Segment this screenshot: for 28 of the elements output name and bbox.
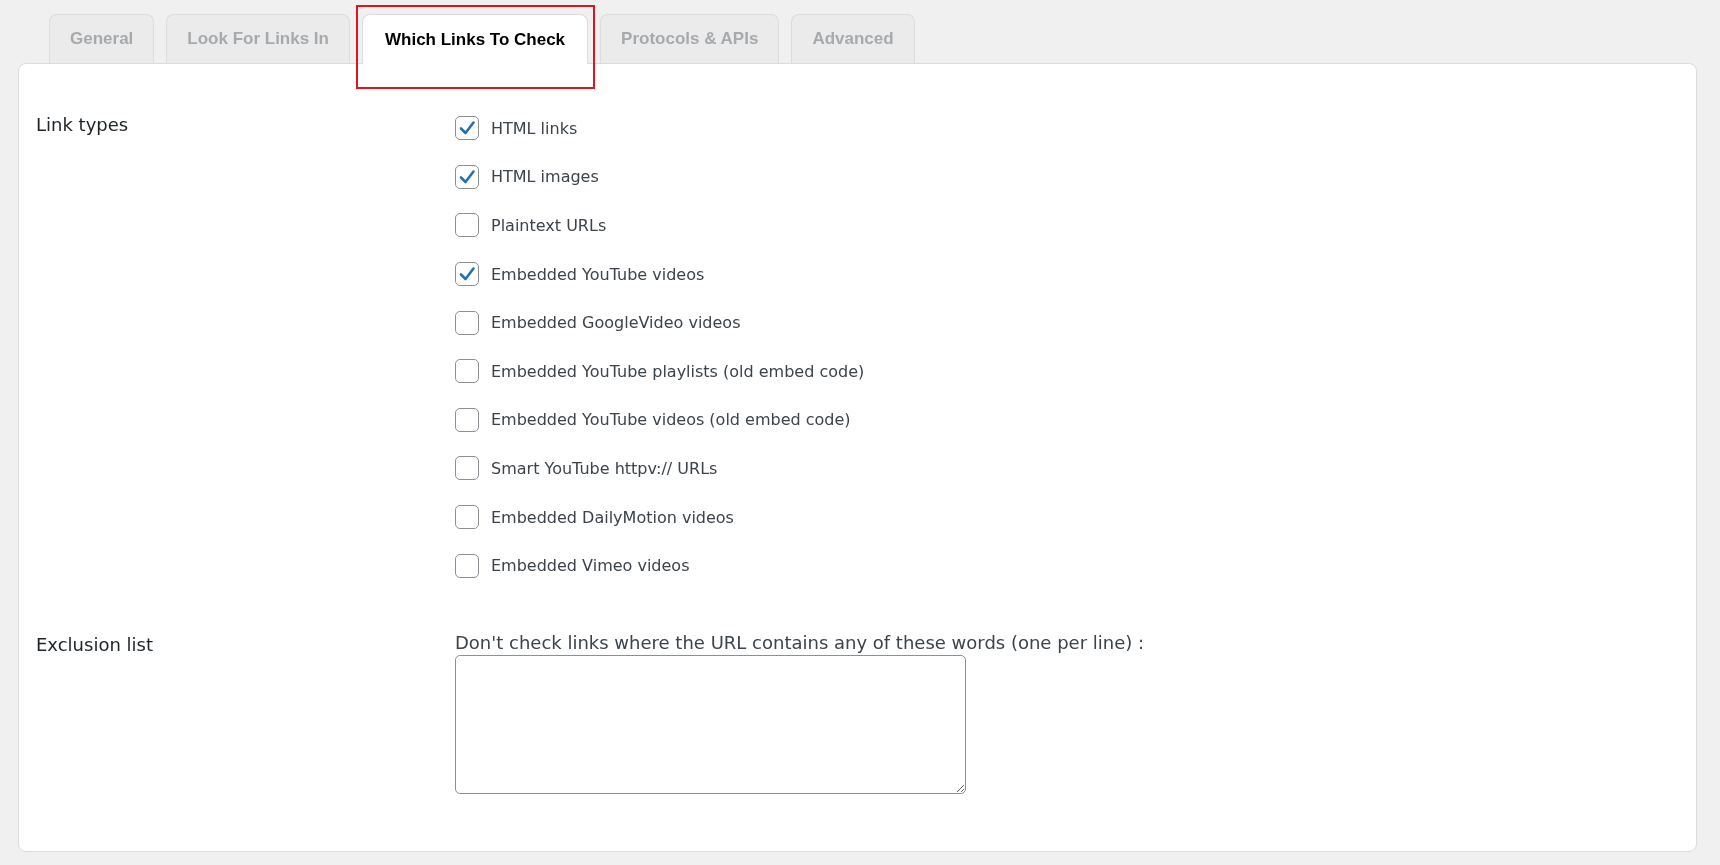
tab[interactable]: Advanced <box>791 14 915 63</box>
checkbox[interactable] <box>455 553 479 578</box>
checkbox-label: Embedded YouTube videos <box>491 264 705 284</box>
checkbox[interactable] <box>455 456 479 481</box>
field-description: Don't check links where the URL contains any of these words (one per line) : <box>455 630 1145 653</box>
checkbox-label: Embedded GoogleVideo videos <box>491 313 741 333</box>
checkbox-label: Embedded YouTube videos (old embed code) <box>491 410 851 430</box>
checkbox[interactable] <box>455 164 479 189</box>
checkbox-label: HTML links <box>491 118 578 138</box>
checkbox[interactable] <box>455 262 479 287</box>
checkbox-label: Embedded Vimeo videos <box>491 556 690 576</box>
checkbox-label: Embedded DailyMotion videos <box>491 507 734 527</box>
checkbox-label: Embedded YouTube playlists (old embed code) <box>491 361 865 381</box>
checkbox-label: HTML images <box>491 167 599 187</box>
checkbox[interactable] <box>455 505 479 530</box>
section-label: Link types <box>36 113 130 137</box>
checkbox[interactable] <box>455 359 479 384</box>
checkbox[interactable] <box>455 213 479 238</box>
tab[interactable]: General <box>49 14 155 63</box>
checkbox[interactable] <box>455 116 479 141</box>
tab[interactable]: Protocols & APIs <box>600 14 780 63</box>
checkbox-label: Plaintext URLs <box>491 216 607 235</box>
tab[interactable]: Which Links To Check <box>362 14 589 64</box>
checkbox[interactable] <box>455 310 479 335</box>
checkbox-label: Smart YouTube httpv:// URLs <box>491 458 718 478</box>
section-label: Exclusion list <box>36 632 154 657</box>
tab[interactable]: Look For Links In <box>166 14 350 63</box>
checkbox[interactable] <box>455 407 479 432</box>
